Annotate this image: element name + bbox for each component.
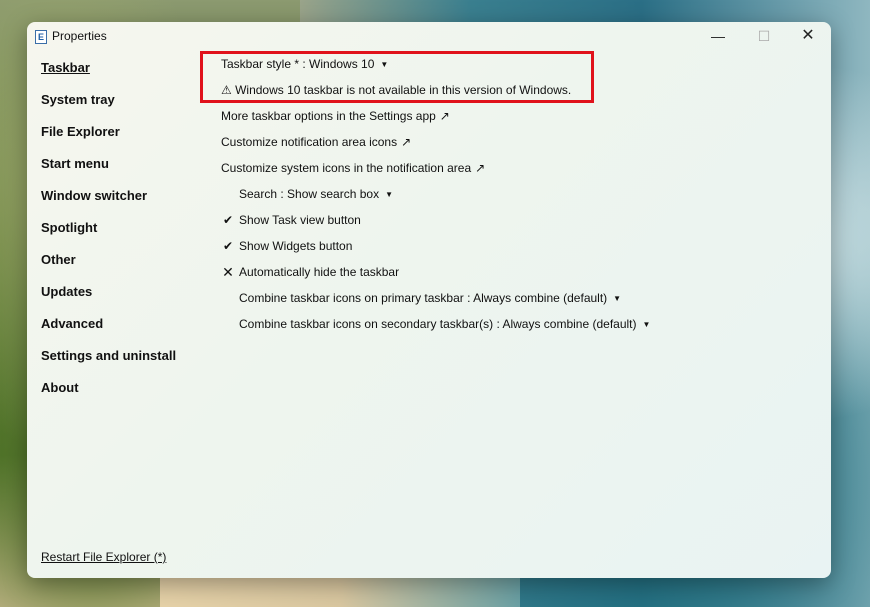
minimize-button[interactable]: —: [695, 22, 741, 52]
task-view-toggle[interactable]: Show Task view button: [239, 213, 361, 227]
combine-primary-label: Combine taskbar icons on primary taskbar…: [239, 291, 608, 305]
external-link-icon: ↗: [439, 109, 450, 123]
system-icons-link[interactable]: Customize system icons in the notificati…: [221, 161, 485, 175]
restart-explorer-link[interactable]: Restart File Explorer (*): [41, 550, 166, 564]
sidebar-item-about[interactable]: About: [41, 380, 79, 395]
checkmark-icon: ✔: [222, 239, 234, 253]
sidebar-item-settings-uninstall[interactable]: Settings and uninstall: [41, 348, 176, 363]
close-button[interactable]: ✕: [785, 22, 831, 52]
settings-app-link[interactable]: More taskbar options in the Settings app…: [221, 109, 450, 123]
sidebar-item-updates[interactable]: Updates: [41, 284, 92, 299]
auto-hide-toggle[interactable]: Automatically hide the taskbar: [239, 265, 399, 279]
external-link-icon: ↗: [401, 135, 412, 149]
sidebar-item-start-menu[interactable]: Start menu: [41, 156, 109, 171]
notification-icons-link[interactable]: Customize notification area icons ↗: [221, 135, 411, 149]
app-icon: E: [35, 30, 47, 44]
system-icons-link-label: Customize system icons in the notificati…: [221, 161, 472, 175]
sidebar-item-file-explorer[interactable]: File Explorer: [41, 124, 120, 139]
chevron-down-icon: ▼: [642, 320, 651, 329]
sidebar-item-spotlight[interactable]: Spotlight: [41, 220, 97, 235]
checkmark-icon: ✔: [222, 213, 234, 227]
sidebar-item-advanced[interactable]: Advanced: [41, 316, 103, 331]
combine-secondary-dropdown[interactable]: Combine taskbar icons on secondary taskb…: [239, 317, 650, 331]
notification-icons-link-label: Customize notification area icons: [221, 135, 398, 149]
widgets-toggle[interactable]: Show Widgets button: [239, 239, 352, 253]
chevron-down-icon: ▼: [385, 190, 393, 199]
settings-app-link-label: More taskbar options in the Settings app: [221, 109, 436, 123]
properties-window: E Properties — ☐ ✕ Taskbar System tray F…: [27, 22, 831, 578]
highlight-box: [200, 51, 594, 103]
search-dropdown[interactable]: Search : Show search box ▼: [239, 187, 393, 201]
combine-secondary-label: Combine taskbar icons on secondary taskb…: [239, 317, 637, 331]
sidebar-item-window-switcher[interactable]: Window switcher: [41, 188, 147, 203]
title-bar[interactable]: E Properties — ☐ ✕: [27, 22, 831, 52]
sidebar-item-taskbar[interactable]: Taskbar: [41, 60, 90, 75]
sidebar-item-other[interactable]: Other: [41, 252, 76, 267]
sidebar-item-system-tray[interactable]: System tray: [41, 92, 115, 107]
search-dropdown-label: Search : Show search box: [239, 187, 380, 201]
external-link-icon: ↗: [475, 161, 486, 175]
chevron-down-icon: ▼: [613, 294, 622, 303]
maximize-button[interactable]: ☐: [741, 22, 787, 52]
cross-icon: ✕: [222, 264, 234, 280]
combine-primary-dropdown[interactable]: Combine taskbar icons on primary taskbar…: [239, 291, 621, 305]
window-title: Properties: [52, 29, 107, 43]
